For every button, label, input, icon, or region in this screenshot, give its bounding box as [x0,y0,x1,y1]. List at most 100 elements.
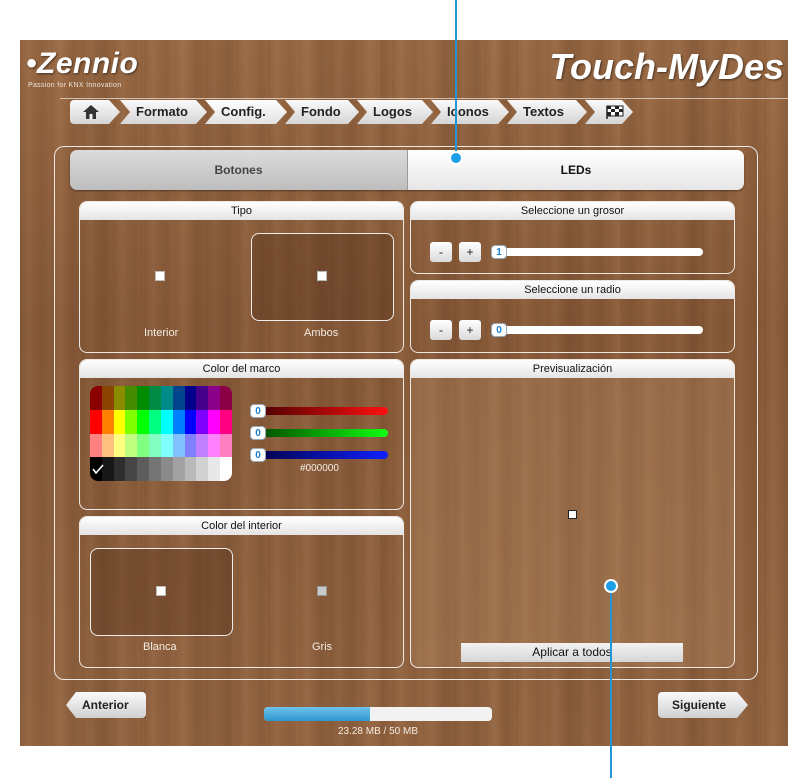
color-swatch[interactable] [160,409,173,434]
color-interior-title: Color del interior [80,517,403,535]
color-marco-panel: Color del marco 0 0 0 #000000 [79,359,404,510]
interior-blanca-option[interactable] [90,548,233,636]
checkered-flag-icon [605,105,625,119]
color-swatch[interactable] [113,409,126,434]
interior-gris-swatch[interactable] [317,586,327,596]
color-swatch[interactable] [184,409,197,434]
breadcrumb-home[interactable] [70,100,120,124]
color-swatch[interactable] [101,433,114,458]
blue-slider[interactable] [250,451,388,459]
color-swatch[interactable] [220,409,232,434]
color-hex-value: #000000 [300,463,339,474]
color-swatch[interactable] [172,433,185,458]
radio-increase-button[interactable]: + [459,320,481,340]
color-swatch[interactable] [137,386,150,410]
callout-line-top [455,0,457,158]
color-swatch[interactable] [220,386,232,410]
color-swatch[interactable] [172,409,185,434]
color-swatch[interactable] [196,457,209,481]
color-swatch[interactable] [184,386,197,410]
color-swatch[interactable] [149,433,161,458]
logo-tagline: Passion for KNX Innovation [28,82,122,89]
color-swatch[interactable] [196,433,209,458]
grosor-slider[interactable] [493,248,703,256]
color-swatch[interactable] [125,386,138,410]
color-swatch[interactable] [137,457,150,481]
storage-progress [264,707,492,721]
color-swatch[interactable] [184,457,197,481]
color-swatch[interactable] [160,433,173,458]
color-swatch[interactable] [113,433,126,458]
tipo-ambos-swatch [317,271,327,281]
grosor-increase-button[interactable]: + [459,242,481,262]
storage-text: 23.28 MB / 50 MB [337,726,419,737]
color-swatch[interactable] [125,457,138,481]
color-swatch[interactable] [90,386,102,410]
color-swatch[interactable] [137,409,150,434]
breadcrumb-iconos[interactable]: Iconos [431,100,509,124]
color-swatch[interactable] [184,433,197,458]
color-swatch[interactable] [208,386,221,410]
radio-slider-handle[interactable]: 0 [491,323,507,337]
blue-slider-handle[interactable]: 0 [250,448,266,462]
tipo-interior-label: Interior [144,327,179,339]
breadcrumb-config[interactable]: Config. [205,100,287,124]
color-swatch[interactable] [90,433,102,458]
color-swatch[interactable] [172,457,185,481]
next-button[interactable]: Siguiente [658,692,748,718]
previous-button[interactable]: Anterior [66,692,146,718]
color-swatch[interactable] [208,409,221,434]
radio-decrease-button[interactable]: - [430,320,452,340]
grosor-slider-handle[interactable]: 1 [491,245,507,259]
callout-marker-bottom [604,579,618,593]
breadcrumb-textos[interactable]: Textos [507,100,587,124]
breadcrumb-formato[interactable]: Formato [120,100,207,124]
app-window: •Zennio Passion for KNX Innovation Touch… [20,40,788,746]
tipo-panel: Tipo Interior Ambos [79,201,404,353]
color-interior-panel: Color del interior Blanca Gris [79,516,404,668]
breadcrumb-fondo[interactable]: Fondo [285,100,359,124]
tab-bar: Botones LEDs [70,150,744,190]
tipo-ambos-option[interactable] [251,233,394,321]
interior-gris-label: Gris [312,641,333,653]
color-swatch[interactable] [220,457,232,481]
tipo-interior-swatch[interactable] [155,271,165,281]
green-slider-handle[interactable]: 0 [250,426,266,440]
tipo-ambos-label: Ambos [304,327,339,339]
radio-slider[interactable] [493,326,703,334]
color-swatch[interactable] [137,433,150,458]
color-swatch[interactable] [196,386,209,410]
preview-panel: Previsualización Aplicar a todos [410,359,735,668]
color-swatch[interactable] [149,457,161,481]
home-icon [83,105,99,119]
grosor-decrease-button[interactable]: - [430,242,452,262]
color-swatch[interactable] [196,409,209,434]
green-slider[interactable] [250,429,388,437]
color-swatch[interactable] [113,457,126,481]
tab-botones[interactable]: Botones [70,150,407,190]
color-swatch[interactable] [125,409,138,434]
color-swatch[interactable] [125,433,138,458]
color-swatch[interactable] [149,409,161,434]
preview-title: Previsualización [411,360,734,378]
color-swatch[interactable] [220,433,232,458]
breadcrumb-finish[interactable] [585,100,633,124]
callout-marker-top [449,151,463,165]
color-swatch[interactable] [160,386,173,410]
checkmark-icon [92,464,104,474]
color-swatch[interactable] [101,386,114,410]
color-swatch[interactable] [172,386,185,410]
color-palette[interactable] [90,386,232,481]
color-swatch[interactable] [208,457,221,481]
color-swatch[interactable] [160,457,173,481]
color-swatch[interactable] [90,409,102,434]
apply-all-button[interactable]: Aplicar a todos [461,643,683,662]
color-swatch[interactable] [113,386,126,410]
color-swatch[interactable] [149,386,161,410]
red-slider-handle[interactable]: 0 [250,404,266,418]
color-swatch[interactable] [208,433,221,458]
red-slider[interactable] [250,407,388,415]
radio-panel: Seleccione un radio - + 0 [410,280,735,353]
breadcrumb-logos[interactable]: Logos [357,100,433,124]
color-swatch[interactable] [101,409,114,434]
